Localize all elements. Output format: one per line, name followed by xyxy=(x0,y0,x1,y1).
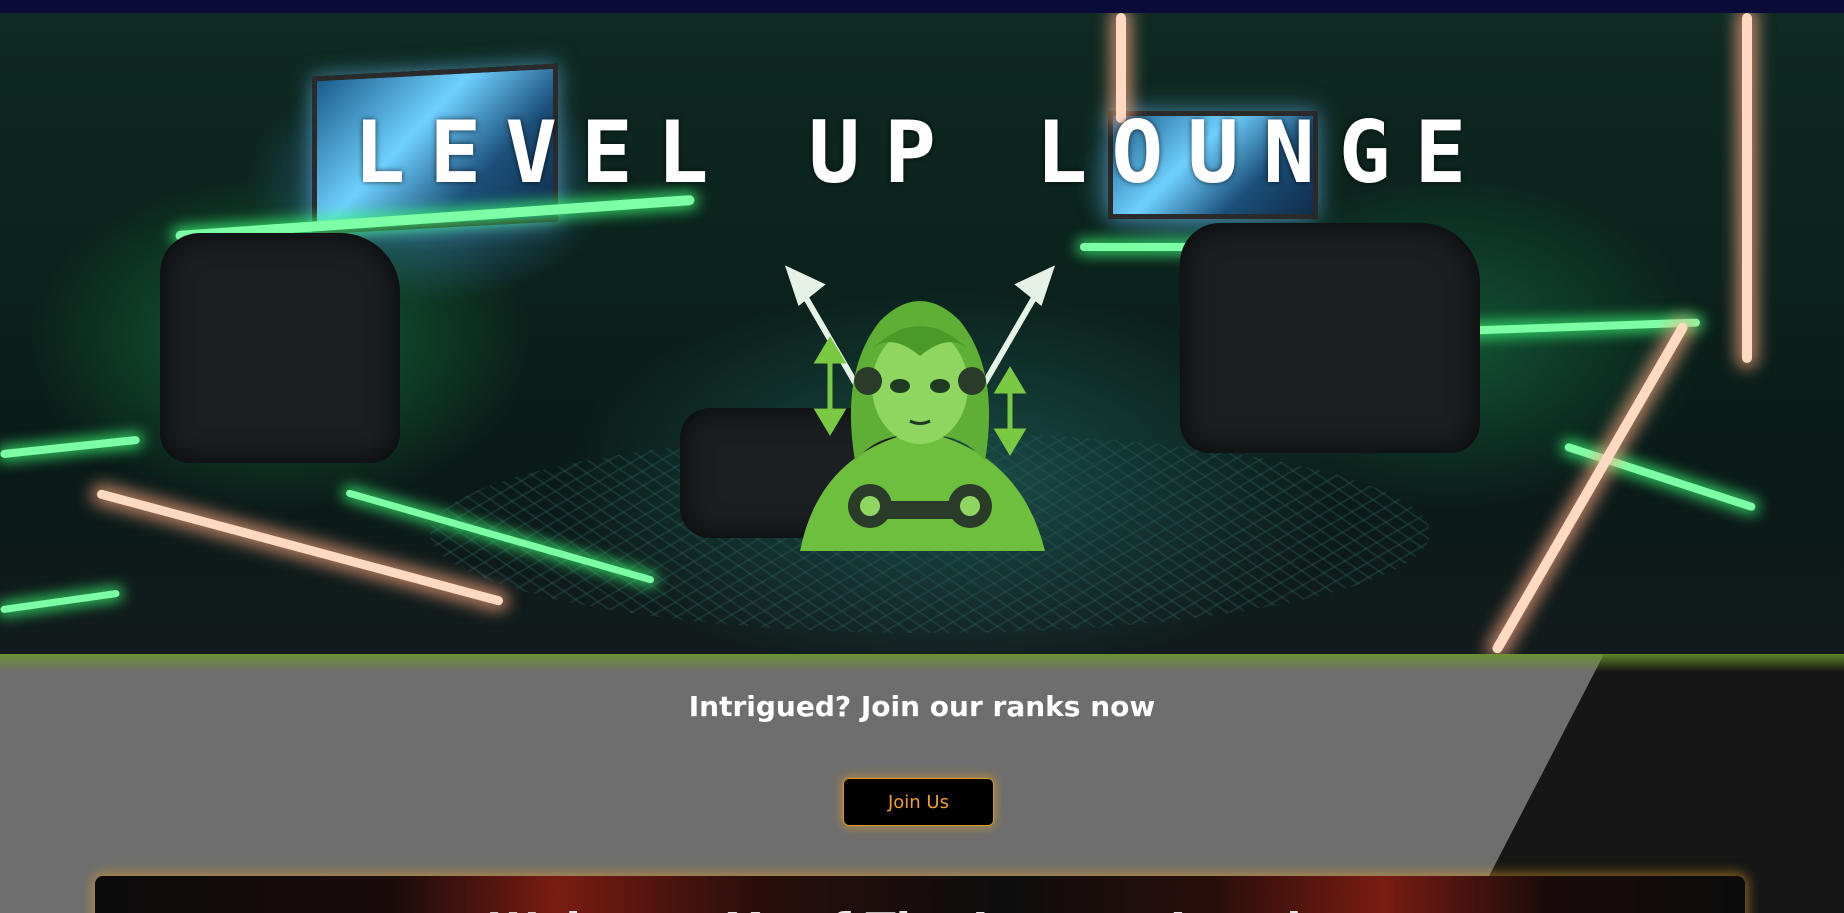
neon-strip xyxy=(0,435,141,459)
mascot-logo-icon xyxy=(784,265,1056,551)
hero-title: LEVEL UP LOUNGE xyxy=(353,103,1491,203)
cta-top-glow xyxy=(0,654,1844,672)
hero-banner: LEVEL UP LOUNGE xyxy=(0,13,1844,654)
join-us-button[interactable]: Join Us xyxy=(843,778,994,826)
join-section: Intrigued? Join our ranks now Join Us We… xyxy=(0,654,1844,913)
gaming-chair xyxy=(160,233,400,463)
top-nav-bar xyxy=(0,0,1844,13)
gaming-chair xyxy=(1180,223,1480,453)
welcome-card: Welcome Ye of The Lounge Loyalty xyxy=(95,876,1745,913)
neon-strip xyxy=(0,589,120,614)
light-strip xyxy=(1490,320,1690,654)
cta-heading: Intrigued? Join our ranks now xyxy=(688,690,1156,723)
welcome-title: Welcome Ye of The Lounge Loyalty xyxy=(95,904,1745,913)
